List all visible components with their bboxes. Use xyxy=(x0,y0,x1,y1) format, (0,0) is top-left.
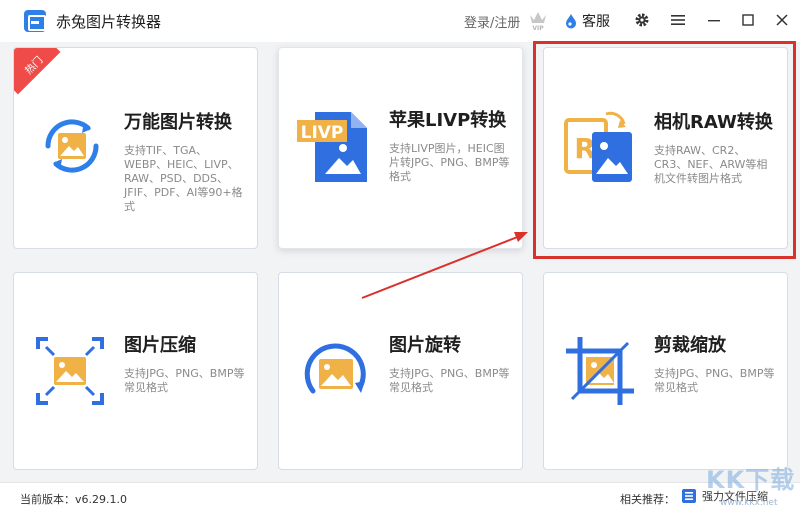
livp-file-icon: LIVP xyxy=(297,112,367,182)
file-compress-link-label: 强力文件压缩 xyxy=(702,490,768,503)
service-drop-icon xyxy=(566,14,576,29)
card-description: 支持JPG、PNG、BMP等常见格式 xyxy=(654,367,775,394)
card-title: 剪裁缩放 xyxy=(654,335,726,356)
settings-gear-icon[interactable] xyxy=(632,10,652,30)
card-image-compress[interactable]: 图片压缩 支持JPG、PNG、BMP等常见格式 xyxy=(13,272,258,470)
hot-badge-text: 热门 xyxy=(23,54,46,77)
convert-image-icon xyxy=(45,119,99,173)
crop-image-icon xyxy=(566,337,634,405)
card-title: 图片旋转 xyxy=(389,335,461,356)
version-label: 当前版本：v6.29.1.0 xyxy=(20,493,127,506)
card-description: 支持JPG、PNG、BMP等常见格式 xyxy=(389,367,510,394)
card-description: 支持JPG、PNG、BMP等常见格式 xyxy=(124,367,245,394)
card-livp-convert[interactable]: LIVP 苹果LIVP转换 支持LIVP图片，HEIC图片转JPG、PNG、BM… xyxy=(278,47,523,249)
livp-icon-text: LIVP xyxy=(301,123,344,143)
menu-icon[interactable] xyxy=(668,10,688,30)
card-universal-convert[interactable]: 热门 万能图片转换 支持TIF、TGA、WEBP、HEIC、LIVP、RAW、P… xyxy=(13,47,258,249)
close-icon[interactable] xyxy=(772,10,792,30)
service-label: 客服 xyxy=(582,14,610,30)
svg-text:VIP: VIP xyxy=(532,25,544,31)
title-bar: 赤兔图片转换器 登录/注册 VIP 客服 xyxy=(0,0,800,42)
card-image-rotate[interactable]: 图片旋转 支持JPG、PNG、BMP等常见格式 xyxy=(278,272,523,470)
card-description: 支持LIVP图片，HEIC图片转JPG、PNG、BMP等格式 xyxy=(389,142,510,183)
maximize-icon[interactable] xyxy=(738,10,758,30)
login-register-link[interactable]: 登录/注册 xyxy=(464,12,520,31)
card-title: 万能图片转换 xyxy=(124,112,232,133)
card-crop-resize[interactable]: 剪裁缩放 支持JPG、PNG、BMP等常见格式 xyxy=(543,272,788,470)
related-label: 相关推荐： xyxy=(620,493,675,506)
file-compress-link[interactable]: 强力文件压缩 xyxy=(682,488,768,504)
card-title: 相机RAW转换 xyxy=(654,112,773,133)
customer-service-button[interactable]: 客服 xyxy=(564,11,610,31)
card-raw-convert[interactable]: R 相机RAW转换 支持RAW、CR2、CR3、NEF、ARW等相机文件转图片格… xyxy=(543,47,788,249)
card-title: 图片压缩 xyxy=(124,335,196,356)
minimize-icon[interactable] xyxy=(704,10,724,30)
app-logo-icon xyxy=(24,10,46,32)
compress-app-icon xyxy=(682,489,696,503)
card-description: 支持TIF、TGA、WEBP、HEIC、LIVP、RAW、PSD、DDS、JFI… xyxy=(124,144,243,213)
card-title: 苹果LIVP转换 xyxy=(389,110,507,131)
rotate-image-icon xyxy=(304,343,366,394)
compress-image-icon xyxy=(36,337,104,405)
raw-file-icon: R xyxy=(564,111,632,182)
card-description: 支持RAW、CR2、CR3、NEF、ARW等相机文件转图片格式 xyxy=(654,144,768,185)
status-bar: 当前版本：v6.29.1.0 相关推荐： 强力文件压缩 xyxy=(0,482,800,514)
hot-badge: 热门 xyxy=(14,48,64,98)
vip-crown-icon[interactable]: VIP xyxy=(528,9,548,31)
app-title: 赤兔图片转换器 xyxy=(56,13,162,31)
